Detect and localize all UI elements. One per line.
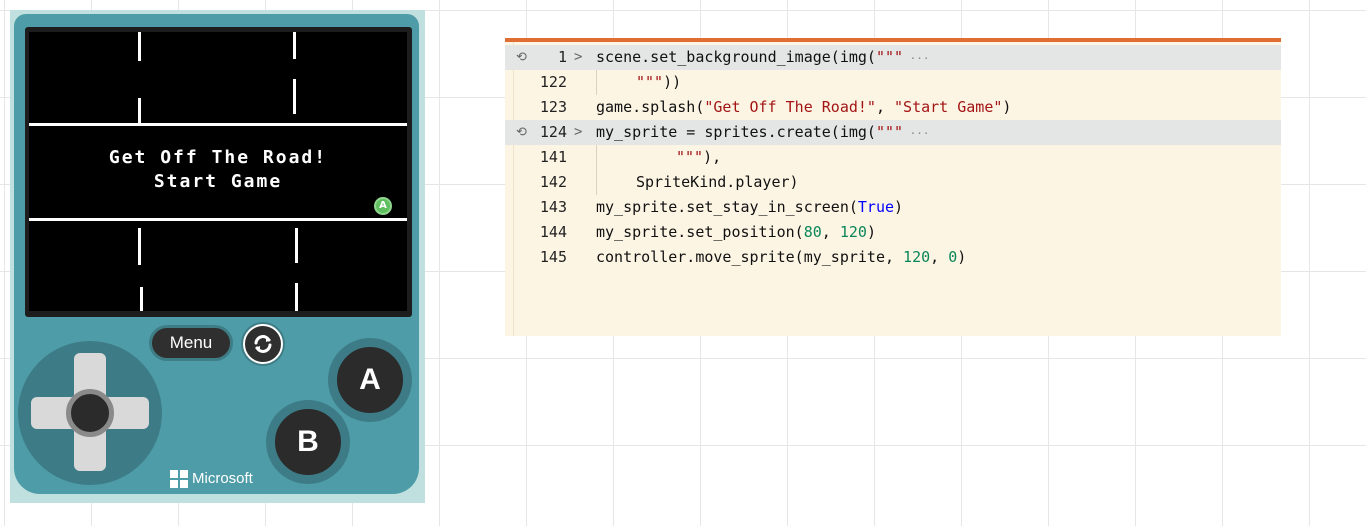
lane-dash (295, 283, 298, 311)
fold-chevron-icon[interactable]: > (574, 120, 582, 145)
code-line[interactable]: 145 controller.move_sprite(my_sprite, 12… (505, 245, 1281, 270)
code-text: """)) (636, 73, 682, 91)
code-line[interactable]: 143 my_sprite.set_stay_in_screen(True) (505, 195, 1281, 220)
code-text: my_sprite.set_stay_in_screen(True) (596, 198, 904, 216)
splash-subtitle: Start Game (153, 171, 283, 192)
code-line[interactable]: 142 SpriteKind.player) (505, 170, 1281, 195)
line-number: 122 (539, 73, 567, 91)
lane-dash (138, 32, 141, 61)
code-text: my_sprite.set_position(80, 120) (596, 223, 876, 241)
road-edge-bottom (29, 218, 407, 221)
code-text: scene.set_background_image(img(""" ··· (596, 48, 930, 66)
restart-button[interactable] (243, 324, 283, 364)
code-line[interactable]: ⟲ 124 > my_sprite = sprites.create(img("… (505, 120, 1281, 145)
code-text: controller.move_sprite(my_sprite, 120, 0… (596, 248, 967, 266)
fold-ellipsis-icon[interactable]: ··· (903, 127, 930, 140)
lane-dash (293, 32, 296, 59)
a-button[interactable]: A (328, 338, 412, 422)
line-number: 141 (539, 148, 567, 166)
indent-guide (596, 145, 597, 170)
b-button[interactable]: B (266, 400, 350, 484)
code-line[interactable]: 141 """), (505, 145, 1281, 170)
code-text: SpriteKind.player) (636, 173, 799, 191)
menu-button[interactable]: Menu (149, 325, 233, 361)
fold-chevron-icon[interactable]: > (574, 45, 582, 70)
code-line[interactable]: 144 my_sprite.set_position(80, 120) (505, 220, 1281, 245)
press-a-icon: A (374, 197, 392, 215)
code-text: my_sprite = sprites.create(img(""" ··· (596, 123, 930, 141)
line-number: 1 (557, 48, 567, 66)
line-number: 143 (539, 198, 567, 216)
lane-dash (293, 79, 296, 114)
splash-title: Get Off The Road! (108, 147, 328, 168)
line-number: 123 (539, 98, 567, 116)
code-text: """), (676, 148, 722, 166)
line-number: 142 (539, 173, 567, 191)
lane-dash (295, 228, 298, 263)
code-line[interactable]: 123 game.splash("Get Off The Road!", "St… (505, 95, 1281, 120)
refresh-icon (254, 335, 272, 353)
lane-dash (138, 98, 141, 123)
microsoft-logo-icon (170, 470, 188, 488)
console-body: Get Off The Road! Start Game A Menu A B (14, 14, 419, 494)
line-number: 145 (539, 248, 567, 266)
splash-dialog: Get Off The Road! Start Game (29, 146, 407, 194)
code-line[interactable]: ⟲ 1 > scene.set_background_image(img("""… (505, 45, 1281, 70)
dpad[interactable] (18, 341, 162, 485)
brand-label: Microsoft (192, 470, 253, 487)
line-number: 124 (539, 123, 567, 141)
indent-guide (596, 170, 597, 195)
dpad-center (66, 389, 114, 437)
lane-dash (138, 228, 141, 265)
game-screen[interactable]: Get Off The Road! Start Game A (29, 32, 407, 311)
game-simulator: Get Off The Road! Start Game A Menu A B (10, 10, 425, 503)
road-edge-top (29, 123, 407, 126)
fold-ellipsis-icon[interactable]: ··· (903, 52, 930, 65)
code-text: game.splash("Get Off The Road!", "Start … (596, 98, 1012, 116)
code-line[interactable]: 122 """)) (505, 70, 1281, 95)
code-editor[interactable]: ⟲ 1 > scene.set_background_image(img("""… (505, 38, 1281, 336)
lane-dash (140, 287, 143, 311)
indent-guide (596, 70, 597, 95)
line-number: 144 (539, 223, 567, 241)
